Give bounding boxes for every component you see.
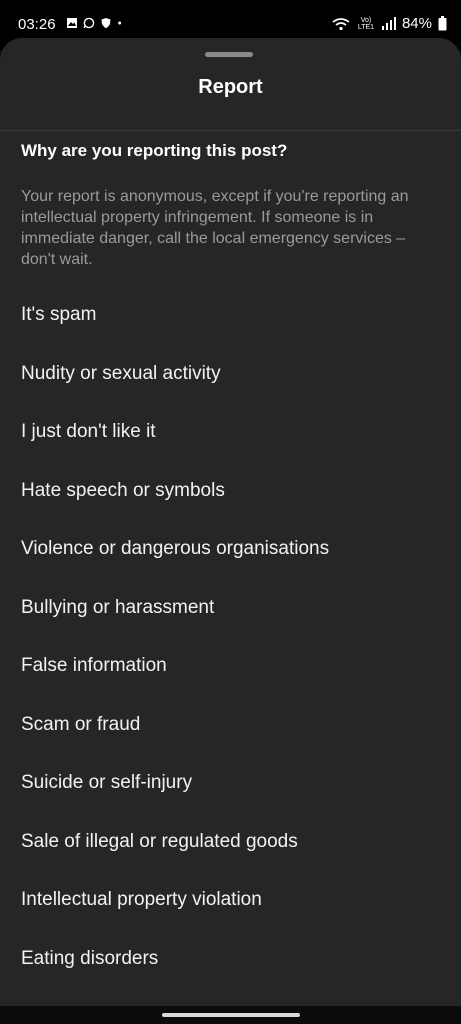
report-option-spam[interactable]: It's spam [0,286,461,345]
divider [0,130,461,131]
report-option-nudity[interactable]: Nudity or sexual activity [0,345,461,404]
report-option-ip-violation[interactable]: Intellectual property violation [0,871,461,930]
status-left-icons [66,17,125,29]
report-option-dont-like[interactable]: I just don't like it [0,403,461,462]
status-right-icons: Vo) LTE1 84% [332,15,447,32]
report-option-illegal-goods[interactable]: Sale of illegal or regulated goods [0,813,461,872]
report-option-bullying[interactable]: Bullying or harassment [0,579,461,638]
system-nav-bar [0,1006,461,1024]
status-time: 03:26 [18,16,56,33]
report-question: Why are you reporting this post? [21,141,288,160]
gallery-icon [67,18,77,28]
network-indicator: Vo) LTE1 [357,16,375,31]
report-option-hate-speech[interactable]: Hate speech or symbols [0,462,461,521]
report-option-eating-disorders[interactable]: Eating disorders [0,930,461,989]
report-sheet: Report Why are you reporting this post? … [0,38,461,1024]
report-options-list: It's spam Nudity or sexual activity I ju… [0,286,461,1024]
drag-handle[interactable] [205,52,253,57]
signal-icon [381,17,396,30]
battery-percent: 84% [401,15,432,32]
dot-icon [118,21,122,25]
battery-icon [438,16,447,31]
report-option-suicide[interactable]: Suicide or self-injury [0,754,461,813]
report-option-violence[interactable]: Violence or dangerous organisations [0,520,461,579]
wifi-icon [332,17,350,30]
whatsapp-icon [83,17,95,29]
report-option-scam[interactable]: Scam or fraud [0,696,461,755]
report-description: Your report is anonymous, except if you'… [21,188,409,268]
sheet-title: Report [198,76,263,98]
report-option-false-information[interactable]: False information [0,637,461,696]
home-gesture-pill[interactable] [162,1013,300,1017]
shield-icon [101,18,111,28]
